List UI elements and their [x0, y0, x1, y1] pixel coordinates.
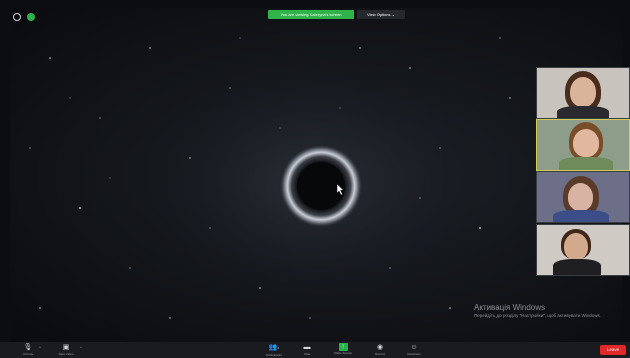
screen-share-banner: You are viewing Kateryna's screen — [268, 10, 354, 19]
record-button[interactable]: ◉ Record — [369, 342, 391, 358]
participant-tile-2[interactable] — [536, 119, 630, 171]
video-off-icon: ▣ — [62, 344, 70, 351]
share-screen-button[interactable]: ↑ Share Screen — [328, 342, 358, 358]
watermark-text: Перейдіть до розділу "Настройки", щоб ак… — [474, 313, 602, 318]
windows-activation-watermark: Активація Windows Перейдіть до розділу "… — [474, 303, 624, 319]
audio-options-caret-icon[interactable]: ^ — [39, 345, 41, 350]
view-options-label: View Options — [367, 12, 391, 17]
video-options-caret-icon[interactable]: ^ — [80, 345, 82, 350]
reactions-label: Reactions — [407, 352, 421, 356]
start-video-button[interactable]: ▣ Start Video — [52, 342, 80, 358]
view-options-button[interactable]: View Options ⌄ — [357, 10, 405, 19]
zoom-meeting-window: You are viewing Kateryna's screen View O… — [0, 0, 630, 358]
reactions-button[interactable]: ☺ Reactions — [400, 342, 428, 358]
meeting-toolbar: 🎙 Unmute ^ ▣ Start Video ^ 👥6 Participan… — [0, 342, 630, 358]
start-video-label: Start Video — [58, 352, 74, 356]
participants-button[interactable]: 👥6 Participants — [258, 342, 290, 358]
chat-icon: ▬ — [303, 344, 311, 351]
shared-screen — [10, 8, 622, 342]
microphone-muted-icon: 🎙 — [23, 344, 33, 351]
chat-button[interactable]: ▬ Chat — [297, 342, 317, 358]
share-screen-icon: ↑ — [338, 343, 348, 351]
leave-button[interactable]: Leave — [600, 345, 626, 355]
record-icon: ◉ — [376, 344, 384, 351]
participants-icon: 👥6 — [268, 344, 280, 351]
participants-label: Participants — [266, 353, 282, 357]
info-icon[interactable] — [13, 13, 21, 21]
chat-label: Chat — [303, 352, 311, 356]
record-label: Record — [375, 352, 385, 356]
shield-icon[interactable] — [27, 13, 35, 21]
participants-count: 6 — [277, 346, 280, 350]
watermark-title: Активація Windows — [474, 303, 546, 312]
share-screen-label: Share Screen — [333, 351, 353, 355]
unmute-button[interactable]: 🎙 Unmute — [16, 342, 40, 358]
unmute-label: Unmute — [22, 352, 34, 356]
chevron-down-icon: ⌄ — [391, 12, 395, 17]
participant-tile-1[interactable] — [536, 67, 630, 119]
participant-tile-4[interactable] — [536, 224, 630, 276]
space-background — [29, 37, 511, 323]
participant-tile-3[interactable] — [536, 171, 630, 223]
reactions-icon: ☺ — [410, 344, 418, 351]
